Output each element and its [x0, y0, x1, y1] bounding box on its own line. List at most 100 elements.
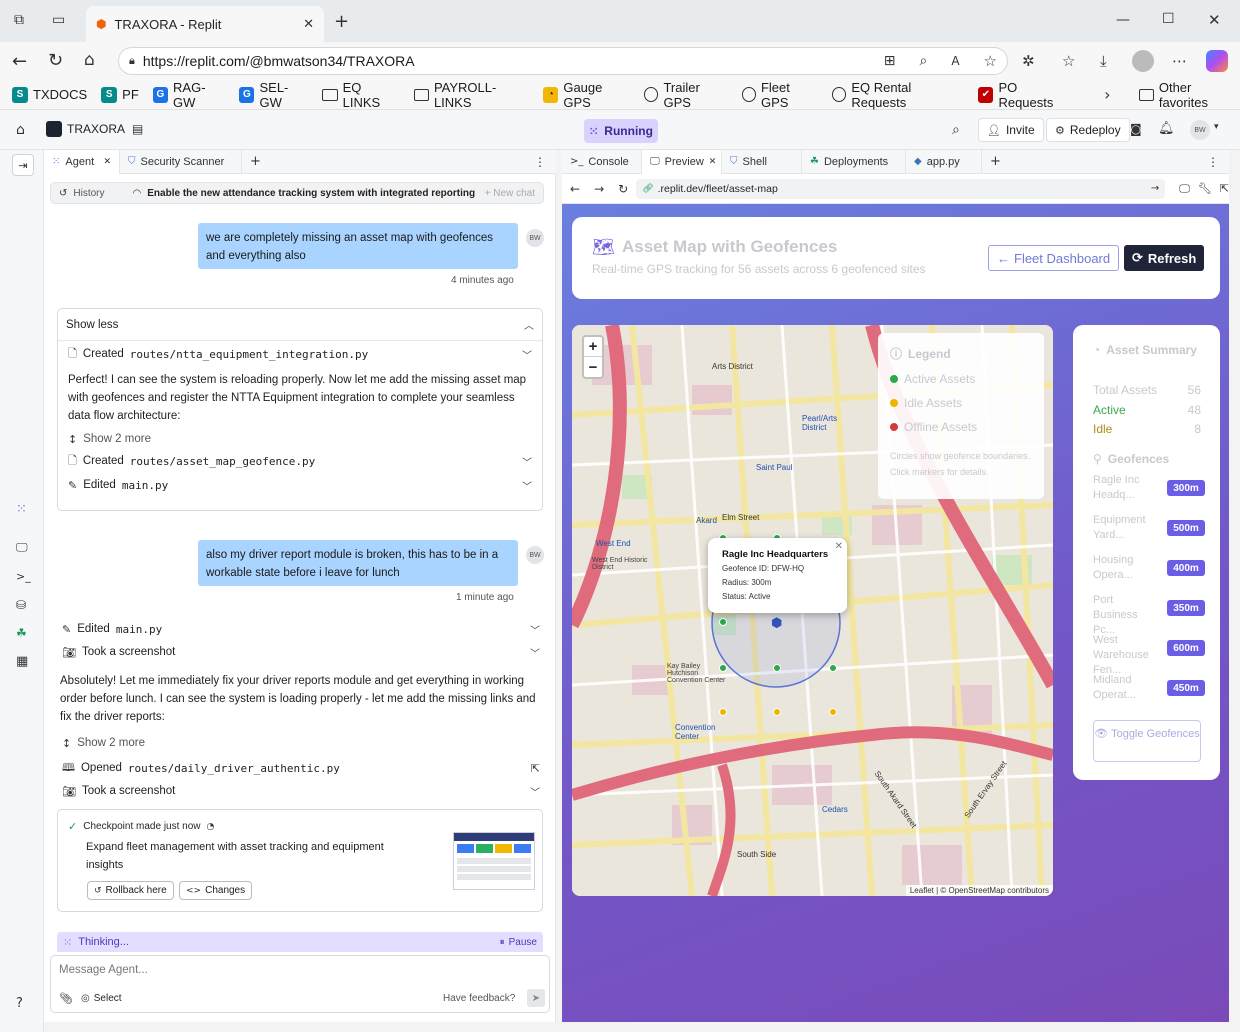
geofence-center-marker-icon[interactable]: ⬢: [771, 615, 782, 631]
created-file-row[interactable]: 🗋︎ Created routes/asset_map_geofence.py …: [58, 449, 542, 473]
workspaces-icon[interactable]: ⧉: [14, 12, 24, 28]
favorite-star-icon[interactable]: ☆: [984, 52, 997, 70]
read-aloud-icon[interactable]: A: [951, 54, 959, 68]
history-icon[interactable]: ↺: [59, 188, 67, 199]
invite-button[interactable]: 👤︎ Invite: [978, 118, 1044, 142]
reload-icon[interactable]: ↻: [48, 50, 63, 71]
asset-marker-idle[interactable]: [829, 708, 837, 716]
fav-payroll-links[interactable]: PAYROLL-LINKS: [413, 80, 530, 110]
new-chat-button[interactable]: + New chat: [485, 188, 535, 199]
extensions-icon[interactable]: ✲: [1022, 52, 1035, 70]
fav-other-favorites[interactable]: Other favorites: [1138, 80, 1240, 110]
rollback-button[interactable]: ↺ Rollback here: [87, 881, 174, 900]
select-element-button[interactable]: ◎ Select: [81, 993, 122, 1004]
preview-back-icon[interactable]: ←: [570, 182, 580, 196]
database-icon[interactable]: ⛁: [16, 598, 26, 612]
all-tools-grid-icon[interactable]: ▦: [16, 654, 28, 669]
user-menu-chevron-icon[interactable]: ▾: [1214, 122, 1219, 132]
redeploy-button[interactable]: ⚙︎ Redeploy: [1046, 118, 1130, 142]
asset-map[interactable]: + − Arts District Pearl/Arts District Sa…: [572, 325, 1053, 896]
devices-icon[interactable]: 🖵︎: [1179, 182, 1190, 196]
preview-forward-icon[interactable]: →: [594, 182, 604, 196]
tab-shell[interactable]: ⛉ Shell: [722, 149, 802, 174]
open-external-icon[interactable]: ⇱: [531, 762, 540, 775]
project-menu-icon[interactable]: ▤: [132, 122, 143, 136]
toggle-geofences-button[interactable]: 👁︎ Toggle Geofences: [1093, 720, 1201, 762]
fav-eq-links[interactable]: EQ LINKS: [322, 80, 399, 110]
site-info-icon[interactable]: 🔒︎: [129, 54, 135, 68]
feedback-link[interactable]: Have feedback?: [443, 993, 515, 1004]
notifications-bell-icon[interactable]: 🔔︎: [1158, 121, 1175, 136]
back-icon[interactable]: ←: [12, 51, 27, 72]
new-pane-tab-icon[interactable]: +: [990, 154, 1001, 169]
preview-monitor-icon[interactable]: 🖵︎: [16, 540, 28, 555]
close-tab-icon[interactable]: ✕: [303, 17, 314, 32]
zoom-out-button[interactable]: −: [584, 357, 602, 377]
zoom-icon[interactable]: ⌕: [919, 53, 927, 69]
show-more-button[interactable]: ↕ Show 2 more: [58, 429, 542, 449]
url-field[interactable]: 🔒︎ https://replit.com/@bmwatson34/TRAXOR…: [118, 47, 1008, 75]
refresh-button[interactable]: ⟳ Refresh: [1124, 245, 1205, 271]
message-input[interactable]: Message Agent...: [59, 964, 148, 976]
edited-file-row[interactable]: ✎ Edited main.py ﹀: [62, 619, 540, 639]
tab-security-scanner[interactable]: ⛉ Security Scanner: [120, 149, 242, 174]
geofence-row[interactable]: West Warehouse Fen... 600m: [1093, 633, 1205, 676]
preview-url-field[interactable]: 🔗︎ .replit.dev/fleet/asset-map →: [636, 178, 1166, 199]
tab-console[interactable]: >_ Console: [562, 149, 642, 174]
close-popup-icon[interactable]: ✕: [835, 540, 843, 554]
asset-marker-active[interactable]: [719, 664, 727, 672]
devtools-icon[interactable]: 🔧︎: [1198, 182, 1212, 195]
vertical-tabs-icon[interactable]: ▭: [52, 12, 65, 28]
go-arrow-icon[interactable]: →: [1151, 183, 1159, 194]
close-tab-icon[interactable]: ✕: [709, 157, 717, 167]
tab-deployments[interactable]: ☘︎ Deployments: [802, 149, 906, 174]
fav-rag-gw[interactable]: G RAG-GW: [152, 80, 225, 110]
deploy-status-icon[interactable]: ◙: [1130, 122, 1142, 136]
checkpoint-thumbnail[interactable]: [453, 832, 535, 890]
fav-txdocs[interactable]: S TXDOCS: [12, 86, 87, 103]
browser-tab[interactable]: ⬢ TRAXORA - Replit ✕: [86, 6, 324, 42]
fav-sel-gw[interactable]: G SEL-GW: [239, 80, 308, 110]
geofence-row[interactable]: Port Business Pc... 350m: [1093, 593, 1205, 636]
minimize-icon[interactable]: —: [1116, 12, 1130, 28]
shell-prompt-icon[interactable]: >_: [16, 570, 31, 583]
fav-pf[interactable]: S PF: [101, 86, 139, 103]
created-file-row[interactable]: 🗋︎ Created routes/ntta_equipment_integra…: [58, 343, 542, 365]
new-pane-tab-icon[interactable]: +: [250, 154, 261, 169]
zoom-in-button[interactable]: +: [584, 337, 602, 357]
fav-fleet-gps[interactable]: Fleet GPS: [741, 80, 818, 110]
maximize-icon[interactable]: ☐: [1162, 11, 1175, 27]
fav-eq-rental[interactable]: EQ Rental Requests: [831, 80, 964, 110]
show-less-toggle[interactable]: Show less ︿: [58, 309, 542, 341]
close-tab-icon[interactable]: ✕: [103, 157, 111, 167]
asset-marker-active[interactable]: [829, 664, 837, 672]
fav-gauge-gps[interactable]: ◔ Gauge GPS: [543, 80, 630, 110]
geofence-row[interactable]: Midland Operat... 450m: [1093, 673, 1205, 707]
preview-reload-icon[interactable]: ↻: [618, 182, 628, 196]
new-tab-icon[interactable]: +: [334, 11, 349, 32]
send-icon[interactable]: ➤: [527, 989, 545, 1007]
app-available-icon[interactable]: ⊞: [884, 53, 896, 69]
search-icon[interactable]: ⌕: [952, 122, 960, 138]
asset-marker-idle[interactable]: [719, 708, 727, 716]
changes-button[interactable]: <> Changes: [179, 881, 253, 900]
close-window-icon[interactable]: ✕: [1208, 11, 1221, 29]
pane-menu-icon[interactable]: ⋮: [1207, 155, 1219, 169]
screenshot-row[interactable]: 📷︎ Took a screenshot ﹀: [62, 642, 540, 662]
project-name[interactable]: TRAXORA: [46, 121, 125, 137]
tab-app-py[interactable]: ◆ app.py: [906, 149, 982, 174]
deployments-icon[interactable]: ☘︎: [16, 626, 27, 640]
history-button[interactable]: History: [73, 188, 104, 199]
profile-avatar[interactable]: [1132, 50, 1154, 72]
help-icon[interactable]: ?: [16, 996, 23, 1011]
agent-icon[interactable]: ⁙: [16, 502, 27, 517]
toggle-sidebar-icon[interactable]: ⇥: [12, 154, 34, 176]
more-favorites-chevron-icon[interactable]: ›: [1104, 85, 1110, 104]
fav-trailer-gps[interactable]: Trailer GPS: [644, 80, 727, 110]
copilot-icon[interactable]: [1206, 50, 1228, 72]
asset-marker-active[interactable]: [773, 664, 781, 672]
home-icon[interactable]: ⌂: [84, 50, 95, 70]
geofence-row[interactable]: Equipment Yard... 500m: [1093, 513, 1205, 547]
tab-agent[interactable]: ⁙ Agent ✕: [44, 149, 120, 174]
tab-preview[interactable]: 🖵︎ Preview ✕: [642, 149, 722, 174]
